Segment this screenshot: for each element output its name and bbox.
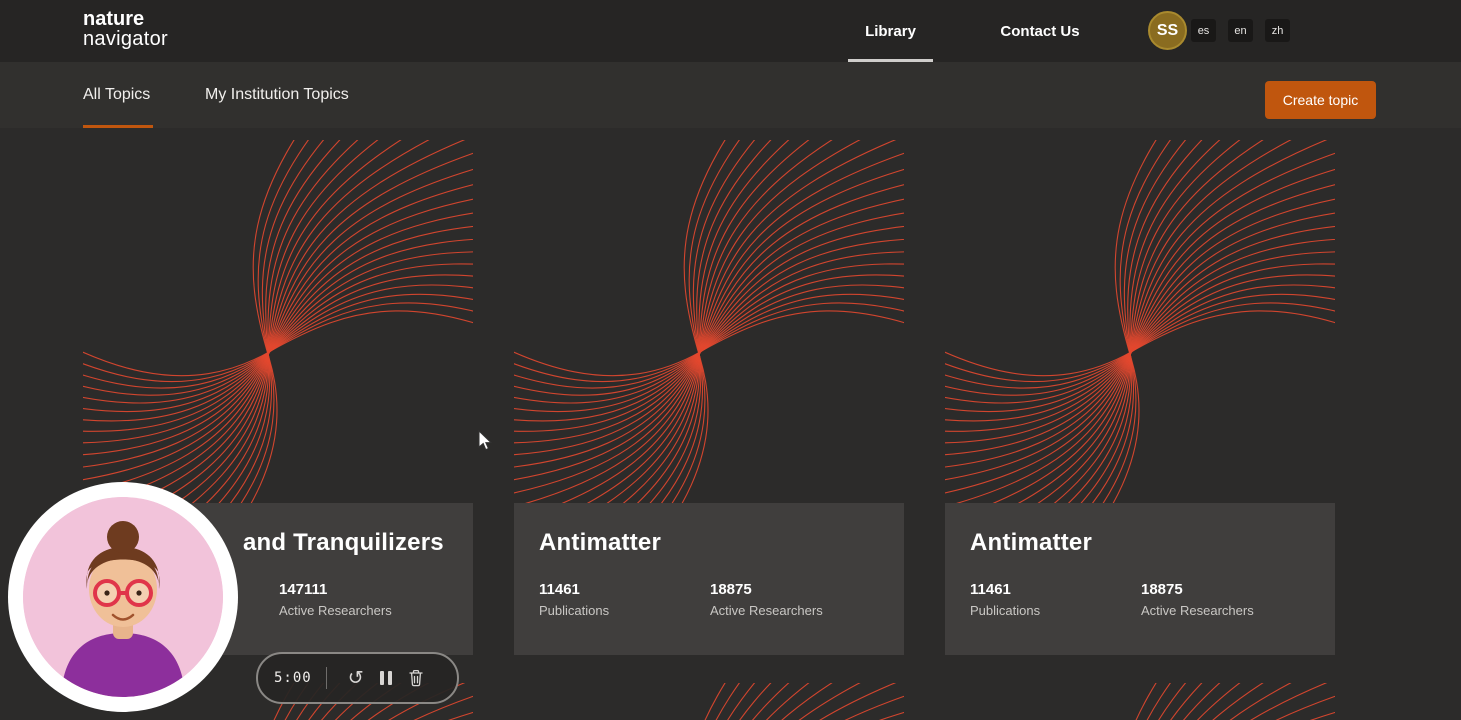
tab-all-topics[interactable]: All Topics (83, 62, 150, 128)
nav-contact-us[interactable]: Contact Us (985, 0, 1095, 62)
topic-card-title: Antimatter (970, 529, 1093, 556)
stat-label: Active Researchers (710, 603, 823, 618)
generative-line-art (83, 140, 473, 503)
topic-card-art (945, 140, 1335, 503)
presenter-avatar (23, 497, 223, 697)
dismiss-video-button[interactable] (408, 669, 424, 687)
topic-card[interactable]: Antimatter 11461 Publications 18875 Acti… (945, 140, 1335, 655)
lang-en-button[interactable]: en (1228, 19, 1253, 42)
stat-value: 11461 (539, 581, 580, 598)
generative-line-art (945, 140, 1335, 503)
brand-line-1: nature (83, 8, 145, 30)
topic-card-art (514, 140, 904, 503)
nav-library-active-underline (848, 59, 933, 62)
topic-card-peek (945, 683, 1335, 720)
restart-video-button[interactable]: ↺ (347, 666, 364, 689)
pause-video-button[interactable] (379, 671, 392, 685)
video-controls: 5:00 ↺ (256, 652, 459, 704)
stat-value: 147111 (279, 581, 328, 598)
stat-value: 18875 (1141, 581, 1183, 598)
stat-active-researchers: 18875 Active Researchers (710, 581, 881, 618)
tab-all-topics-active-underline (83, 125, 153, 128)
topic-card[interactable]: Antimatter 11461 Publications 18875 Acti… (514, 140, 904, 655)
topic-card-footer: Antimatter 11461 Publications 18875 Acti… (514, 503, 904, 655)
topic-card-peek (514, 683, 904, 720)
stat-label: Publications (970, 603, 1041, 618)
lang-zh-button[interactable]: zh (1265, 19, 1290, 42)
stat-label: Active Researchers (279, 603, 392, 618)
top-header: nature navigator Library Contact Us SS e… (0, 0, 1461, 62)
topic-card-art (83, 140, 473, 503)
tab-my-institution-topics[interactable]: My Institution Topics (205, 62, 349, 128)
nature-navigator-logo[interactable]: nature navigator (83, 9, 168, 50)
stat-publications: 11461 Publications (970, 581, 1141, 618)
stat-value: 11461 (970, 581, 1011, 598)
stat-label: Active Researchers (1141, 603, 1254, 618)
video-presenter-bubble[interactable] (8, 482, 238, 712)
topic-card-title: Antimatter (539, 529, 662, 556)
brand-line-2: navigator (83, 28, 168, 51)
pause-icon (379, 671, 392, 685)
restart-icon: ↺ (347, 666, 364, 689)
topic-card-title: and Tranquilizers (243, 529, 444, 556)
nav-library[interactable]: Library (848, 0, 933, 62)
topic-card-footer: Antimatter 11461 Publications 18875 Acti… (945, 503, 1335, 655)
trash-icon (408, 669, 423, 687)
topic-card-stats: 11461 Publications 18875 Active Research… (970, 581, 1310, 618)
stat-active-researchers: 147111 Active Researchers (279, 581, 450, 618)
stat-publications: 11461 Publications (539, 581, 710, 618)
topics-tab-bar: All Topics My Institution Topics Create … (0, 62, 1461, 128)
topic-card-stats: 11461 Publications 18875 Active Research… (539, 581, 879, 618)
generative-line-art (514, 683, 904, 720)
controls-divider (325, 667, 327, 689)
generative-line-art (945, 683, 1335, 720)
mouse-cursor (478, 430, 493, 451)
presenter-illustration (23, 497, 223, 697)
lang-es-button[interactable]: es (1191, 19, 1216, 42)
language-switcher: es en zh (1191, 19, 1290, 42)
create-topic-button[interactable]: Create topic (1265, 81, 1376, 119)
stat-active-researchers: 18875 Active Researchers (1141, 581, 1312, 618)
generative-line-art (514, 140, 904, 503)
stat-label: Publications (539, 603, 610, 618)
video-timer: 5:00 (274, 670, 312, 686)
user-avatar[interactable]: SS (1148, 11, 1187, 50)
stat-value: 18875 (710, 581, 752, 598)
